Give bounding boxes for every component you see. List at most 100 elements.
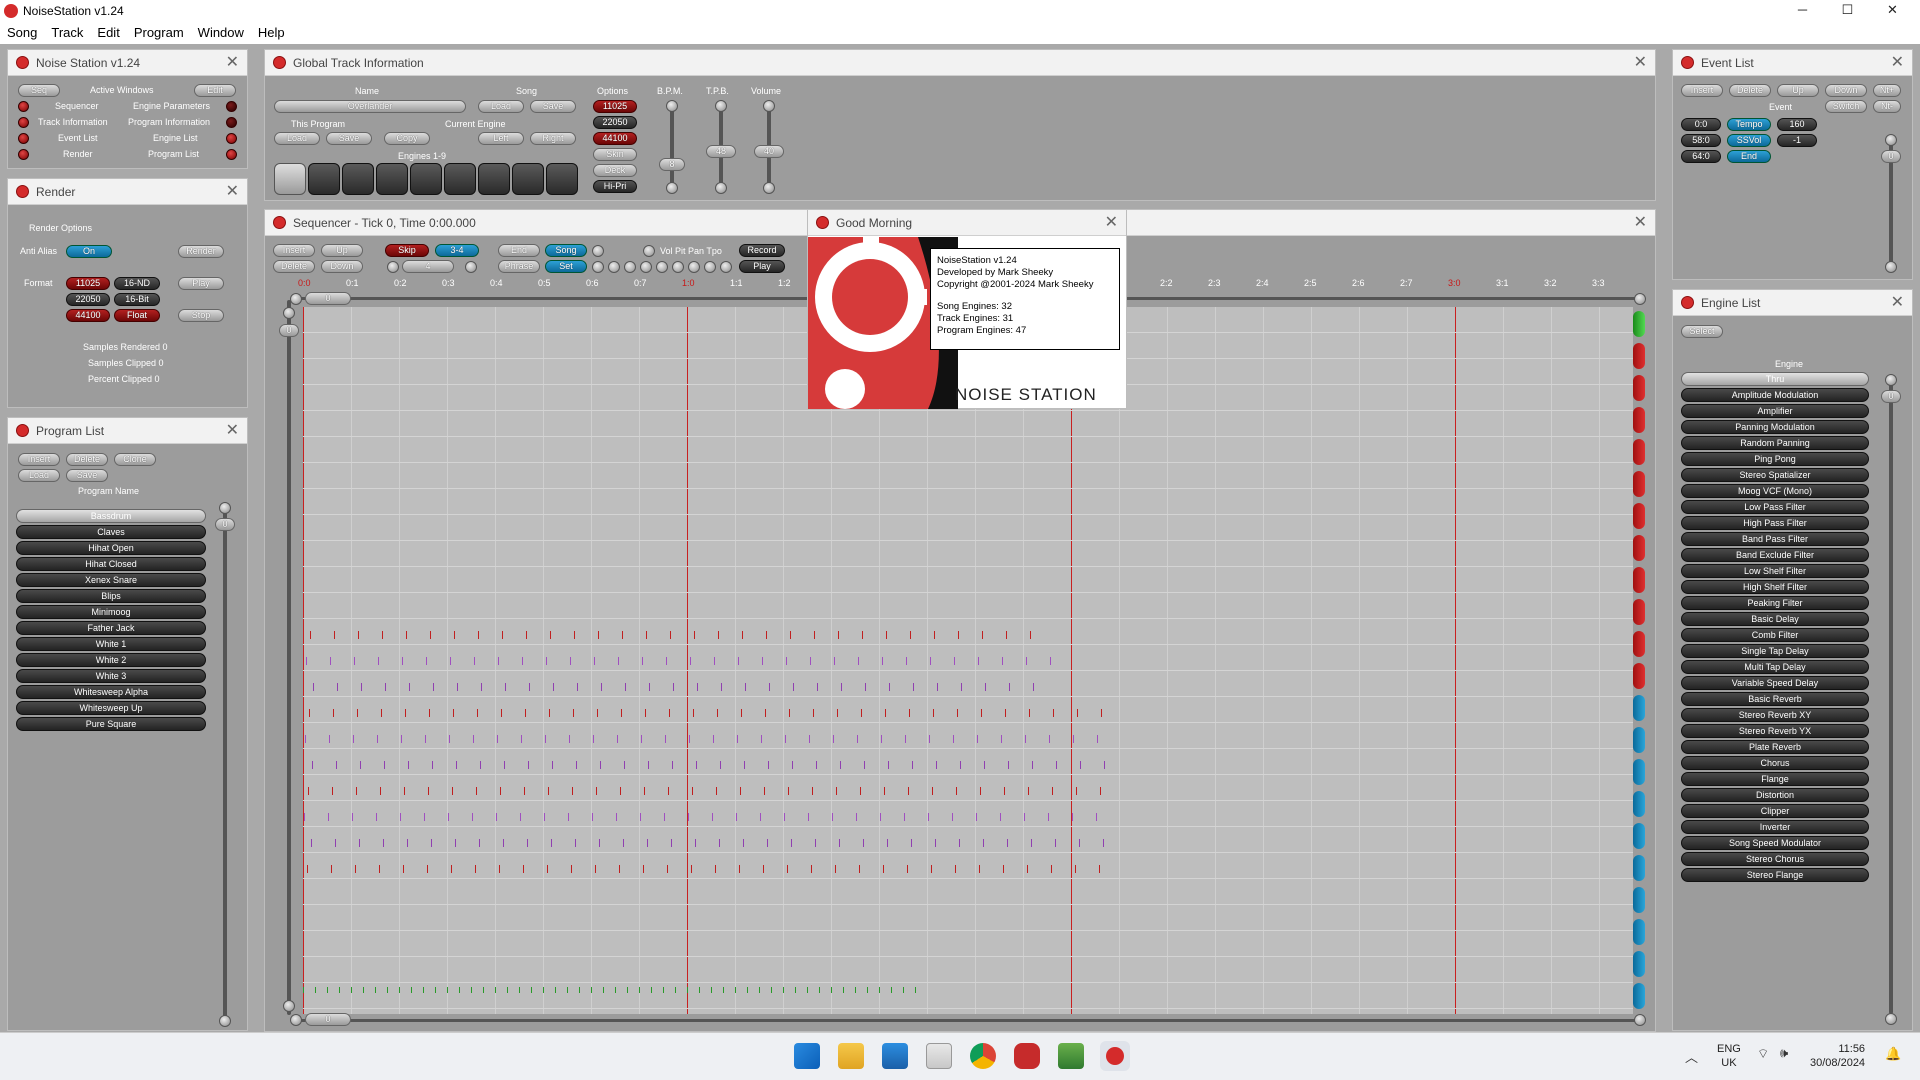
note-mark[interactable] [333, 709, 334, 717]
note-mark[interactable] [503, 839, 504, 847]
time-signature-button[interactable]: 3-4 [435, 244, 479, 257]
track-indicator[interactable] [1633, 631, 1645, 657]
note-mark[interactable] [739, 865, 740, 873]
note-mark[interactable] [787, 865, 788, 873]
program-list-item[interactable]: Father Jack [16, 621, 206, 635]
note-mark[interactable] [743, 839, 744, 847]
note-mark[interactable] [505, 683, 506, 691]
engine-list-item[interactable]: Basic Delay [1681, 612, 1869, 626]
program-list-item[interactable]: Pure Square [16, 717, 206, 731]
note-mark[interactable] [667, 865, 668, 873]
note-mark[interactable] [884, 787, 885, 795]
bottom-scroll-track[interactable] [300, 1019, 1640, 1022]
note-mark[interactable] [646, 631, 647, 639]
note-mark[interactable] [1024, 813, 1025, 821]
note-mark[interactable] [889, 683, 890, 691]
note-mark[interactable] [1075, 865, 1076, 873]
note-mark[interactable] [792, 761, 793, 769]
note-mark[interactable] [547, 865, 548, 873]
note-mark[interactable] [404, 787, 405, 795]
note-mark[interactable] [496, 813, 497, 821]
note-mark[interactable] [550, 631, 551, 639]
event-value-cell[interactable]: 160 [1777, 118, 1817, 131]
note-mark[interactable] [931, 865, 932, 873]
note-mark[interactable] [692, 787, 693, 795]
note-mark[interactable] [615, 987, 616, 993]
program-list-item[interactable]: Hihat Open [16, 541, 206, 555]
note-mark[interactable] [723, 987, 724, 993]
note-mark[interactable] [737, 735, 738, 743]
engine-slot-5[interactable] [410, 163, 442, 195]
note-mark[interactable] [625, 683, 626, 691]
note-mark[interactable] [622, 631, 623, 639]
track-indicator[interactable] [1633, 439, 1645, 465]
bpm-top-knob[interactable] [666, 100, 678, 112]
note-mark[interactable] [642, 657, 643, 665]
note-mark[interactable] [883, 865, 884, 873]
note-mark[interactable] [356, 787, 357, 795]
note-mark[interactable] [745, 683, 746, 691]
note-mark[interactable] [553, 683, 554, 691]
note-mark[interactable] [740, 787, 741, 795]
copy-button[interactable]: Copy [384, 132, 430, 145]
note-mark[interactable] [910, 631, 911, 639]
left-scroll-top[interactable] [283, 307, 295, 319]
note-mark[interactable] [309, 709, 310, 717]
track-indicator[interactable] [1633, 343, 1645, 369]
note-mark[interactable] [1077, 709, 1078, 717]
engine-list-toggle[interactable] [226, 133, 237, 144]
note-mark[interactable] [591, 987, 592, 993]
note-mark[interactable] [978, 657, 979, 665]
bpm-bottom-knob[interactable] [666, 182, 678, 194]
quantize-right-knob[interactable] [465, 261, 477, 273]
note-mark[interactable] [744, 761, 745, 769]
note-mark[interactable] [719, 839, 720, 847]
note-mark[interactable] [504, 761, 505, 769]
vol-toggle-knob[interactable] [643, 245, 655, 257]
note-mark[interactable] [360, 761, 361, 769]
top-scroll-left[interactable] [290, 293, 302, 305]
engine-list-item[interactable]: Plate Reverb [1681, 740, 1869, 754]
note-mark[interactable] [403, 865, 404, 873]
note-mark[interactable] [977, 735, 978, 743]
note-mark[interactable] [522, 657, 523, 665]
tpb-slider[interactable]: 48 [706, 145, 736, 158]
note-mark[interactable] [459, 987, 460, 993]
note-mark[interactable] [671, 839, 672, 847]
event-list-toggle[interactable] [18, 133, 29, 144]
note-mark[interactable] [694, 631, 695, 639]
note-mark[interactable] [1026, 657, 1027, 665]
note-mark[interactable] [1001, 735, 1002, 743]
engine-slot-1[interactable] [274, 163, 306, 195]
note-mark[interactable] [521, 735, 522, 743]
note-mark[interactable] [784, 813, 785, 821]
note-mark[interactable] [795, 987, 796, 993]
song-save-button[interactable]: Save [530, 100, 576, 113]
app-bug-icon[interactable] [1014, 1043, 1040, 1069]
note-mark[interactable] [327, 987, 328, 993]
note-mark[interactable] [1076, 787, 1077, 795]
note-mark[interactable] [1080, 761, 1081, 769]
note-mark[interactable] [429, 709, 430, 717]
note-mark[interactable] [355, 865, 356, 873]
note-down-button[interactable]: Nt- [1873, 100, 1901, 113]
engine-list-item[interactable]: Multi Tap Delay [1681, 660, 1869, 674]
note-mark[interactable] [453, 709, 454, 717]
close-icon[interactable]: ✕ [1634, 210, 1647, 236]
note-mark[interactable] [423, 987, 424, 993]
track-indicator[interactable] [1633, 791, 1645, 817]
program-list-item[interactable]: Xenex Snare [16, 573, 206, 587]
note-mark[interactable] [691, 865, 692, 873]
note-mark[interactable] [915, 987, 916, 993]
note-mark[interactable] [860, 787, 861, 795]
note-mark[interactable] [887, 839, 888, 847]
note-mark[interactable] [639, 987, 640, 993]
noisestation-taskbar-icon[interactable] [1100, 1041, 1130, 1071]
note-mark[interactable] [531, 987, 532, 993]
bits-16nd-button[interactable]: 16-ND [114, 277, 160, 290]
option-44100-button[interactable]: 44100 [593, 132, 637, 145]
note-mark[interactable] [651, 987, 652, 993]
engine-list-item[interactable]: Clipper [1681, 804, 1869, 818]
note-mark[interactable] [528, 761, 529, 769]
seq-button[interactable]: Seq [18, 84, 60, 97]
